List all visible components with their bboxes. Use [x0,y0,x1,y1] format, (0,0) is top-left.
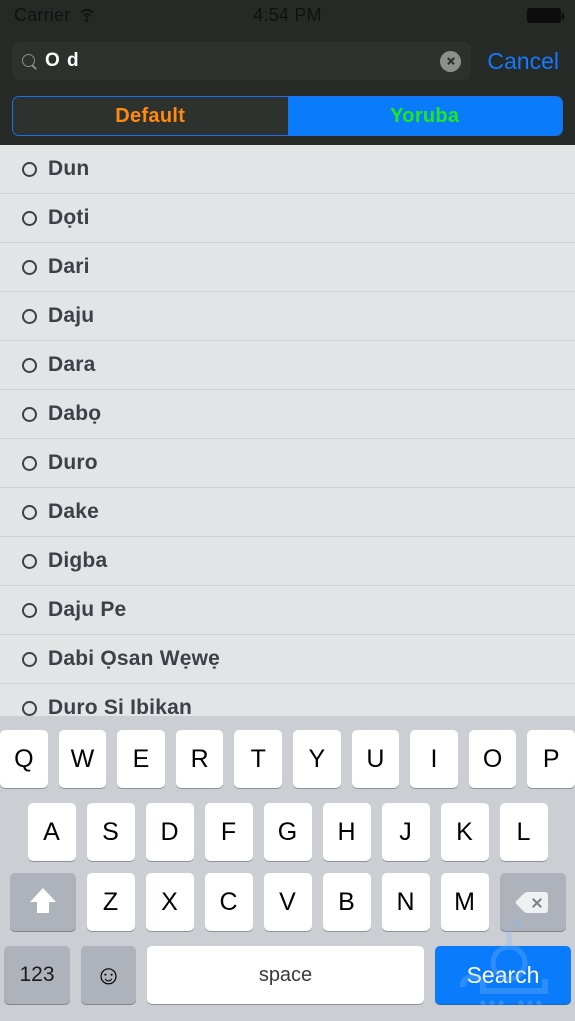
phone-screen: Carrier 4:54 PM O d Cancel Default Yorub… [0,0,575,1021]
clock-label: 4:54 PM [253,4,322,25]
list-item-label: Daju Pe [48,598,127,621]
on-screen-keyboard[interactable]: Q W E R T Y U I O P A S D F G H J K L Z [0,716,575,1021]
key-e[interactable]: E [117,730,165,788]
search-icon [22,53,37,69]
list-item-label: Dun [48,157,90,180]
list-item[interactable]: Dun [0,145,575,194]
space-key[interactable]: space [147,946,424,1004]
key-z[interactable]: Z [86,873,135,931]
smiley-face-icon[interactable]: ☺ [81,946,136,1004]
key-h[interactable]: H [322,803,371,861]
shift-key[interactable] [9,873,76,931]
list-item-label: Dọti [48,206,90,229]
segmented-control: Default Yoruba [12,96,563,136]
key-k[interactable]: K [440,803,489,861]
key-w[interactable]: W [58,730,107,788]
status-bar: Carrier 4:54 PM [0,0,575,30]
circle-bullet-icon [22,308,37,324]
key-q[interactable]: Q [0,730,48,788]
circle-bullet-icon [22,357,37,373]
key-t[interactable]: T [234,730,282,788]
list-item[interactable]: Dabi Ọsan Wẹwẹ [0,635,575,684]
list-item[interactable]: Daju [0,292,575,341]
key-y[interactable]: Y [293,730,341,788]
circle-bullet-icon [22,553,37,569]
key-a[interactable]: A [27,803,76,861]
keyboard-row-4: 123 ☺ space Search [0,937,575,1013]
circle-bullet-icon [22,161,37,177]
key-r[interactable]: R [175,730,224,788]
key-o[interactable]: O [468,730,517,788]
key-i[interactable]: I [410,730,458,788]
key-b[interactable]: B [322,873,371,931]
circle-bullet-icon [22,602,37,618]
keyboard-row-2: A S D F G H J K L [0,797,575,867]
list-item[interactable]: Dari [0,243,575,292]
circle-bullet-icon [22,504,37,520]
numbers-key[interactable]: 123 [4,946,70,1004]
list-item[interactable]: Dọti [0,194,575,243]
clear-icon[interactable] [440,50,462,72]
key-g[interactable]: G [263,803,312,861]
list-item[interactable]: Digba [0,537,575,586]
list-item[interactable]: Dara [0,341,575,390]
tab-default[interactable]: Default [13,97,288,135]
key-j[interactable]: J [381,803,430,861]
circle-bullet-icon [22,700,37,716]
key-d[interactable]: D [145,803,194,861]
keyboard-row-1: Q W E R T Y U I O P [0,721,575,797]
list-item[interactable]: Dake [0,488,575,537]
list-item-label: Dake [48,500,100,523]
key-c[interactable]: C [204,873,253,931]
circle-bullet-icon [22,406,37,422]
key-u[interactable]: U [351,730,400,788]
status-bar-right [527,7,564,23]
keyboard-row-3: Z X C V B N M [0,867,575,937]
circle-bullet-icon [22,259,37,275]
search-input-value: O d [45,50,80,71]
search-bar: O d Cancel [0,30,575,92]
circle-bullet-icon [22,455,37,471]
battery-full-icon [527,7,564,23]
key-s[interactable]: S [86,803,135,861]
segmented-control-wrap: Default Yoruba [0,92,575,145]
search-input[interactable]: O d [12,42,472,80]
key-m[interactable]: M [440,873,489,931]
backspace-key[interactable] [499,873,566,931]
key-p[interactable]: P [527,730,575,788]
cancel-button[interactable]: Cancel [481,48,563,75]
search-key[interactable]: Search [435,946,571,1004]
list-item[interactable]: Dabọ [0,390,575,439]
key-v[interactable]: V [263,873,312,931]
circle-bullet-icon [22,210,37,226]
key-f[interactable]: F [204,803,253,861]
list-item-label: Dabi Ọsan Wẹwẹ [48,647,221,670]
key-n[interactable]: N [381,873,430,931]
list-item-label: Dabọ [48,402,102,425]
key-l[interactable]: L [499,803,548,861]
backspace-icon [518,891,548,913]
list-item-label: Duro [48,451,98,474]
list-item-label: Daju [48,304,95,327]
list-item[interactable]: Duro [0,439,575,488]
circle-bullet-icon [22,651,37,667]
list-item-label: Dara [48,353,96,376]
list-item[interactable]: Daju Pe [0,586,575,635]
tab-yoruba[interactable]: Yoruba [287,97,562,135]
list-item-label: Dari [48,255,90,278]
key-x[interactable]: X [145,873,194,931]
list-item-label: Digba [48,549,108,572]
